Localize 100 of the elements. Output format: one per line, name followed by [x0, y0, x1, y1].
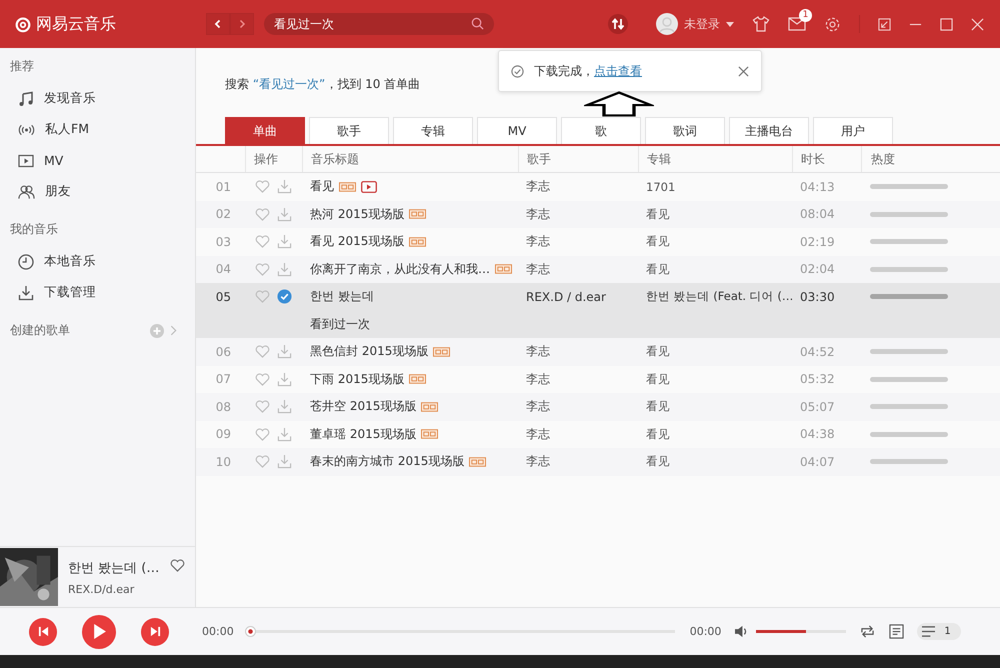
download-icon[interactable] [277, 234, 292, 250]
tab[interactable]: 主播电台 [729, 117, 809, 144]
download-icon[interactable] [277, 426, 292, 442]
row-number: 10 [214, 454, 232, 469]
sidebar-item[interactable]: 发现音乐 [0, 83, 195, 114]
volume-slider[interactable] [756, 630, 846, 633]
album-name[interactable]: 看见 [638, 344, 792, 360]
download-icon[interactable] [277, 179, 292, 194]
download-icon[interactable] [277, 262, 292, 277]
duration: 04:07 [799, 454, 836, 469]
download-icon[interactable] [277, 454, 292, 470]
tab[interactable]: 歌 [561, 117, 641, 144]
artist-name[interactable]: 李志 [518, 178, 638, 196]
artist-name[interactable]: 李志 [518, 260, 638, 278]
artist-name[interactable]: 李志 [518, 398, 638, 416]
artist-name[interactable]: 李志 [518, 206, 638, 223]
artist-name[interactable]: 李志 [518, 233, 638, 250]
column-header[interactable]: 音乐标题 [302, 146, 518, 172]
lyrics-icon[interactable] [889, 624, 904, 639]
notification-text: 下载完成， [534, 62, 594, 80]
shirt-icon[interactable] [752, 15, 770, 33]
download-icon[interactable] [277, 206, 292, 222]
tab[interactable]: 用户 [813, 117, 893, 144]
table-row[interactable]: 08 苍井空 2015现场版 李志 看见 05:07 [196, 393, 1000, 420]
duration: 04:52 [799, 344, 836, 359]
heart-icon[interactable] [170, 559, 185, 572]
chevron-left-icon [213, 19, 223, 29]
row-number: 04 [214, 262, 232, 276]
album-name[interactable]: 看见 [638, 426, 792, 442]
tab[interactable]: 歌手 [309, 117, 389, 144]
row-number: 05 [214, 290, 232, 304]
sidebar-item[interactable]: 本地音乐 [0, 246, 195, 277]
album-name[interactable]: 1701 [638, 180, 792, 194]
album-name[interactable]: 看见 [638, 454, 792, 470]
artist-name[interactable]: 李志 [518, 370, 638, 388]
duration: 05:32 [799, 372, 836, 386]
table-row[interactable]: 06 黑色信封 2015现场版 李志 看见 04:52 [196, 338, 1000, 366]
mini-mode-icon[interactable] [878, 18, 891, 30]
sync-icon[interactable] [608, 14, 628, 34]
settings-icon[interactable] [824, 16, 841, 32]
tab[interactable]: MV [477, 117, 557, 144]
repeat-icon[interactable] [859, 625, 876, 638]
table-row[interactable]: 10 春末的南方城市 2015现场版 李志 看见 04:07 [196, 448, 1000, 476]
sidebar-item[interactable]: 朋友 [0, 176, 195, 207]
maximize-icon[interactable] [940, 18, 953, 30]
music-note-icon [18, 90, 34, 106]
playlist-icon [921, 625, 936, 638]
artist-name[interactable]: REX.D/d.ear [68, 582, 160, 596]
album-name[interactable]: 看见 [638, 234, 792, 250]
search-icon[interactable] [471, 17, 484, 30]
row-number: 02 [214, 207, 232, 222]
duration: 03:30 [799, 290, 836, 304]
column-header[interactable]: 操作 [245, 146, 302, 172]
table-row[interactable]: 04 你离开了南京，从此没有人和我… 李志 看见 02:04 [196, 256, 1000, 283]
tab[interactable]: 歌词 [645, 117, 725, 144]
section-heading: 创建的歌单 [9, 322, 71, 339]
album-name[interactable]: 看见 [638, 372, 792, 387]
song-title[interactable]: 한번 봤는데 (… [68, 558, 160, 576]
tab[interactable]: 单曲 [225, 117, 305, 144]
view-link[interactable]: 点击查看 [594, 62, 642, 80]
tab[interactable]: 专辑 [393, 117, 473, 144]
song-title: 董卓瑶 2015现场版 [310, 426, 416, 443]
album-name[interactable]: 한번 봤는데 (Feat. 디어 (… [638, 289, 792, 304]
album-name[interactable]: 看见 [638, 399, 792, 414]
column-header[interactable]: 歌手 [518, 146, 638, 172]
column-header[interactable]: 时长 [792, 146, 861, 172]
artist-name[interactable]: 李志 [518, 343, 638, 360]
mail-icon[interactable] [788, 17, 806, 31]
login-link[interactable]: 未登录 [684, 16, 720, 32]
song-title: 한번 봤는데 [310, 288, 374, 306]
mv-icon[interactable] [361, 180, 377, 193]
download-icon[interactable] [277, 344, 292, 360]
progress-handle[interactable] [244, 626, 256, 637]
column-header[interactable]: 热度 [861, 146, 1000, 172]
artist-name[interactable]: REX.D / d.ear [518, 290, 638, 304]
table-row[interactable]: 02 热河 2015现场版 李志 看见 08:04 [196, 200, 1000, 228]
caret-icon[interactable] [726, 22, 734, 26]
table-row[interactable]: 05 한번 봤는데 REX.D / d.ear 한번 봤는데 (Feat. 디어 (… 03:30 看到过一次 [196, 283, 1000, 338]
song-title: 你离开了南京，从此没有人和我… [310, 260, 490, 278]
download-icon[interactable] [277, 399, 292, 414]
album-name[interactable]: 看见 [638, 206, 792, 222]
column-header[interactable]: 专辑 [638, 146, 792, 172]
album-name[interactable]: 看见 [638, 262, 792, 277]
artist-name[interactable]: 李志 [518, 453, 638, 470]
sidebar-item[interactable]: 下载管理 [0, 277, 195, 308]
back-button[interactable] [206, 13, 230, 35]
search-field[interactable]: 看见过一次 [264, 13, 494, 35]
play-button[interactable] [82, 614, 116, 648]
avatar-icon[interactable] [656, 13, 678, 35]
previous-button[interactable] [29, 618, 57, 646]
elapsed-time: 00:00 [202, 625, 234, 638]
playlist-button[interactable]: 1 [917, 623, 961, 640]
artist-name[interactable]: 李志 [518, 426, 638, 443]
download-icon[interactable] [277, 372, 292, 387]
sidebar-item[interactable]: MV [0, 145, 195, 176]
close-icon[interactable] [738, 66, 749, 76]
chevron-right-icon[interactable] [170, 325, 177, 336]
sidebar-item[interactable]: 私人FM [0, 114, 195, 145]
section-heading: 我的音乐 [9, 221, 59, 238]
next-button[interactable] [141, 618, 169, 646]
